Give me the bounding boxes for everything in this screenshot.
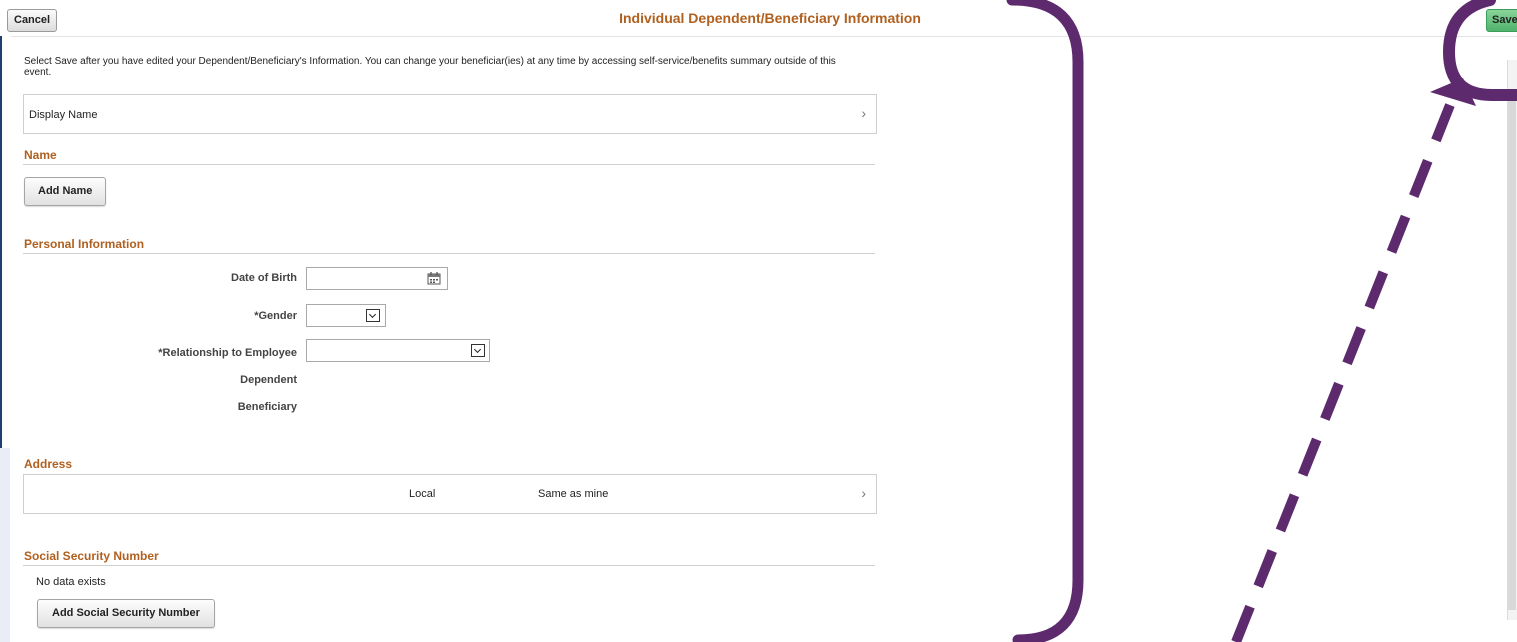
relationship-select[interactable] (306, 339, 490, 362)
annotation-arrowhead (1430, 78, 1476, 106)
annotation-bracket (1006, 0, 1084, 642)
section-divider (23, 565, 875, 566)
scrollbar-thumb[interactable] (1508, 90, 1516, 610)
address-row[interactable]: Local Same as mine › (23, 474, 877, 514)
name-section-title: Name (24, 148, 57, 162)
address-section-title: Address (24, 457, 73, 471)
ssn-empty-text: No data exists (36, 576, 106, 588)
calendar-icon[interactable] (427, 271, 441, 285)
address-type: Local (409, 488, 436, 500)
frame-left-background (0, 448, 10, 642)
add-name-button[interactable]: Add Name (24, 177, 107, 206)
display-name-row[interactable]: Display Name › (23, 94, 877, 134)
chevron-down-icon[interactable] (471, 344, 485, 357)
ssn-section-title: Social Security Number (24, 549, 159, 563)
date-of-birth-label: Date of Birth (231, 272, 297, 284)
chevron-right-icon: › (861, 485, 866, 501)
add-ssn-button[interactable]: Add Social Security Number (37, 599, 215, 628)
beneficiary-label: Beneficiary (237, 401, 297, 413)
cancel-button[interactable]: Cancel (7, 9, 58, 32)
gender-label: *Gender (254, 310, 297, 322)
instructions-text: Select Save after you have edited your D… (24, 56, 836, 78)
section-divider (23, 253, 875, 254)
relationship-label: *Relationship to Employee (158, 347, 297, 359)
page-title: Individual Dependent/Beneficiary Informa… (619, 10, 921, 26)
display-name-label: Display Name (29, 109, 98, 121)
date-of-birth-field[interactable] (306, 267, 448, 290)
save-button[interactable]: Save (1486, 9, 1517, 32)
chevron-right-icon: › (861, 105, 866, 121)
frame-left-edge (0, 36, 11, 448)
annotation-dashed-arrow (1231, 98, 1457, 642)
header-bar: Individual Dependent/Beneficiary Informa… (0, 0, 1517, 37)
gender-select[interactable] (306, 304, 386, 327)
section-divider (23, 164, 875, 165)
chevron-down-icon[interactable] (366, 309, 380, 322)
personal-info-section-title: Personal Information (24, 237, 145, 251)
address-value: Same as mine (538, 488, 609, 500)
dependent-label: Dependent (240, 374, 297, 386)
